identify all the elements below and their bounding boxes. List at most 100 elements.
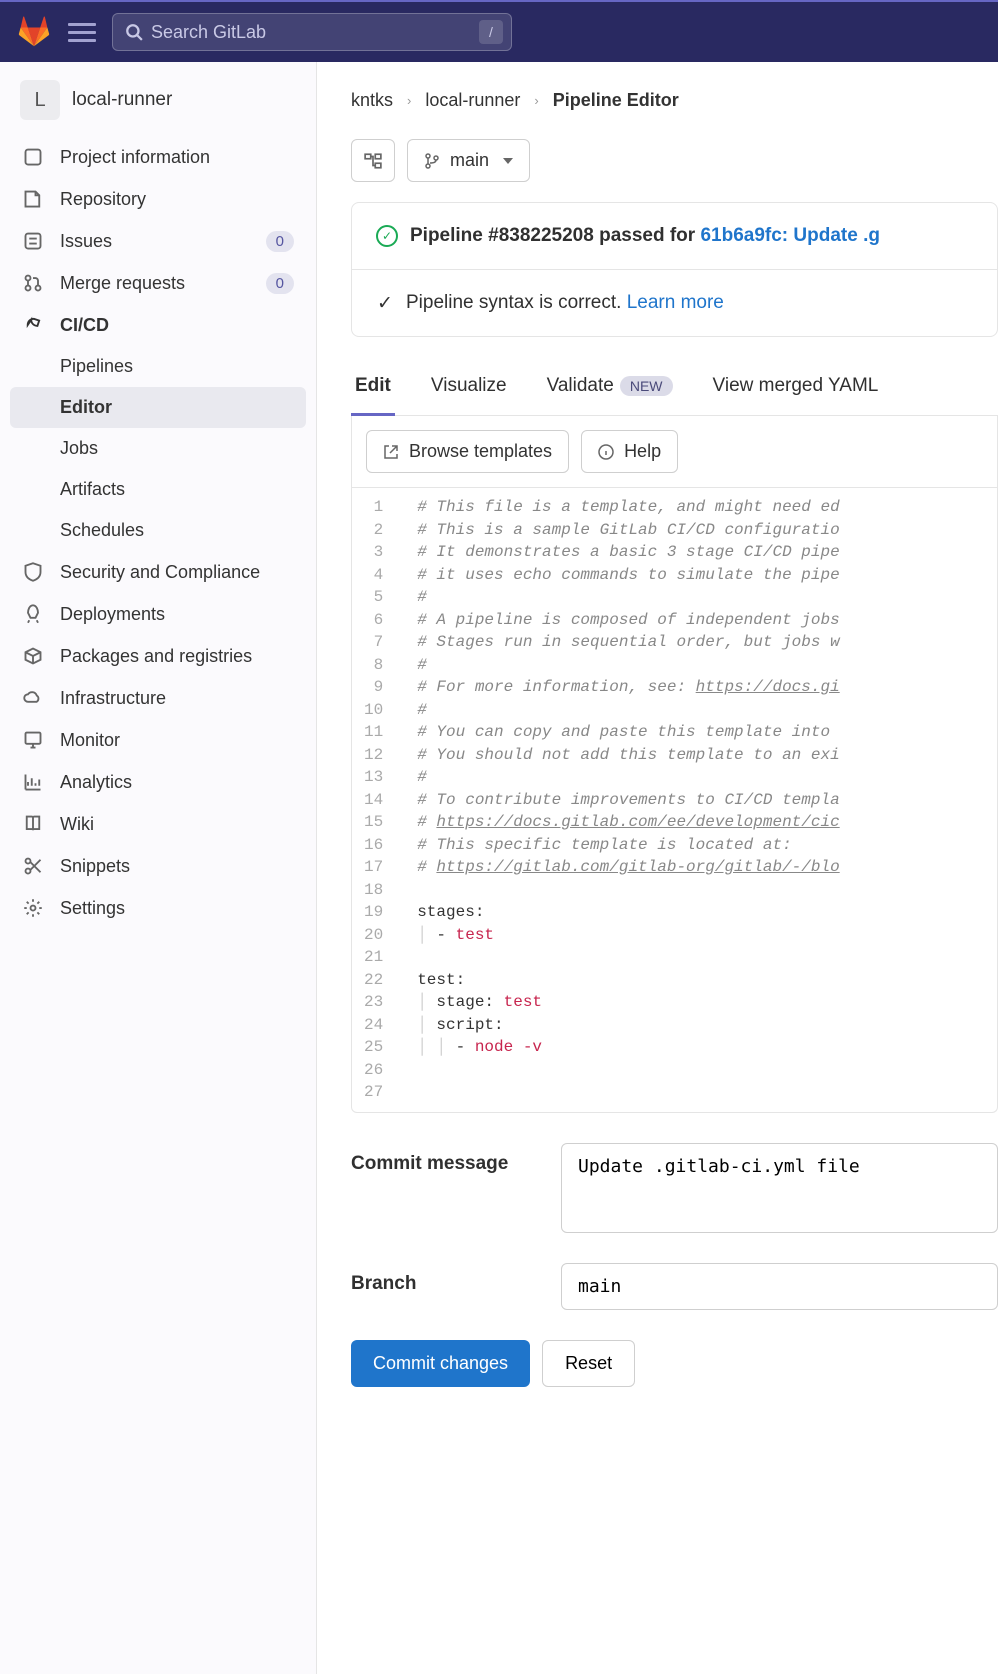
file-tree-icon	[364, 152, 382, 170]
nav-issues[interactable]: Issues 0	[0, 220, 316, 262]
search-box[interactable]: /	[112, 13, 512, 51]
nav-label: CI/CD	[60, 315, 109, 336]
project-name[interactable]: local-runner	[72, 89, 172, 111]
info-icon	[598, 444, 614, 460]
search-input[interactable]	[151, 22, 499, 43]
sidebar: L local-runner Project information Repos…	[0, 62, 317, 1674]
sub-editor[interactable]: Editor	[10, 387, 306, 428]
file-tree-button[interactable]	[351, 139, 395, 182]
cloud-icon	[22, 687, 44, 709]
nav-merge-requests[interactable]: Merge requests 0	[0, 262, 316, 304]
rocket2-icon	[22, 603, 44, 625]
new-badge: NEW	[620, 376, 673, 396]
gear-icon	[22, 897, 44, 919]
nav-deployments[interactable]: Deployments	[0, 593, 316, 635]
mr-badge: 0	[266, 273, 294, 294]
nav-label: Deployments	[60, 604, 165, 625]
branch-label: Branch	[351, 1263, 541, 1295]
branch-selector[interactable]: main	[407, 139, 530, 182]
nav-security[interactable]: Security and Compliance	[0, 551, 316, 593]
package-icon	[22, 645, 44, 667]
scissors-icon	[22, 855, 44, 877]
pipeline-status-text: Pipeline #838225208 passed for 61b6a9fc:…	[410, 225, 880, 247]
chevron-right-icon: ›	[534, 93, 538, 108]
nav-label: Merge requests	[60, 273, 185, 294]
bc-group[interactable]: kntks	[351, 90, 393, 111]
nav-label: Issues	[60, 231, 112, 252]
branch-name: main	[450, 150, 489, 171]
tab-validate[interactable]: ValidateNEW	[543, 367, 677, 415]
shield-icon	[22, 561, 44, 583]
issues-badge: 0	[266, 231, 294, 252]
nav-infrastructure[interactable]: Infrastructure	[0, 677, 316, 719]
pipeline-status-box: ✓ Pipeline #838225208 passed for 61b6a9f…	[351, 202, 998, 337]
nav-project-info[interactable]: Project information	[0, 136, 316, 178]
external-link-icon	[383, 444, 399, 460]
code-content[interactable]: # This file is a template, and might nee…	[401, 494, 997, 1106]
help-button[interactable]: Help	[581, 430, 678, 473]
commit-message-label: Commit message	[351, 1143, 541, 1175]
nav-snippets[interactable]: Snippets	[0, 845, 316, 887]
project-avatar: L	[20, 80, 60, 120]
browse-templates-button[interactable]: Browse templates	[366, 430, 569, 473]
button-label: Help	[624, 441, 661, 462]
status-passed-icon: ✓	[376, 225, 398, 247]
nav-analytics[interactable]: Analytics	[0, 761, 316, 803]
nav-label: Analytics	[60, 772, 132, 793]
tab-merged-yaml[interactable]: View merged YAML	[709, 367, 883, 415]
editor-tabs: Edit Visualize ValidateNEW View merged Y…	[351, 367, 998, 416]
nav-wiki[interactable]: Wiki	[0, 803, 316, 845]
bc-project[interactable]: local-runner	[425, 90, 520, 111]
nav-label: Settings	[60, 898, 125, 919]
sub-pipelines[interactable]: Pipelines	[0, 346, 316, 387]
nav-label: Snippets	[60, 856, 130, 877]
commit-changes-button[interactable]: Commit changes	[351, 1340, 530, 1387]
nav-monitor[interactable]: Monitor	[0, 719, 316, 761]
gitlab-logo-icon[interactable]	[16, 14, 52, 50]
nav-label: Wiki	[60, 814, 94, 835]
nav-label: Monitor	[60, 730, 120, 751]
chevron-down-icon	[503, 158, 513, 164]
rocket-icon	[22, 314, 44, 336]
nav-label: Packages and registries	[60, 646, 252, 667]
nav-cicd[interactable]: CI/CD	[0, 304, 316, 346]
project-icon	[22, 146, 44, 168]
issues-icon	[22, 230, 44, 252]
syntax-status-text: Pipeline syntax is correct. Learn more	[406, 292, 724, 314]
chart-icon	[22, 771, 44, 793]
check-icon: ✓	[376, 294, 394, 312]
sub-schedules[interactable]: Schedules	[0, 510, 316, 551]
monitor-icon	[22, 729, 44, 751]
chevron-right-icon: ›	[407, 93, 411, 108]
topbar: /	[0, 0, 998, 62]
shortcut-badge: /	[479, 20, 503, 44]
learn-more-link[interactable]: Learn more	[627, 292, 724, 313]
pipeline-commit-link[interactable]: 61b6a9fc: Update .g	[700, 225, 880, 246]
sub-jobs[interactable]: Jobs	[0, 428, 316, 469]
sub-artifacts[interactable]: Artifacts	[0, 469, 316, 510]
menu-icon[interactable]	[68, 18, 96, 46]
editor-panel: Browse templates Help 123456789101112131…	[351, 416, 998, 1113]
nav-repository[interactable]: Repository	[0, 178, 316, 220]
commit-message-input[interactable]	[561, 1143, 998, 1233]
branch-icon	[424, 153, 440, 169]
tab-edit[interactable]: Edit	[351, 367, 395, 415]
code-editor[interactable]: 1234567891011121314151617181920212223242…	[352, 487, 997, 1112]
tab-visualize[interactable]: Visualize	[427, 367, 511, 415]
reset-button[interactable]: Reset	[542, 1340, 635, 1387]
nav-label: Repository	[60, 189, 146, 210]
nav-settings[interactable]: Settings	[0, 887, 316, 929]
repository-icon	[22, 188, 44, 210]
book-icon	[22, 813, 44, 835]
nav-label: Project information	[60, 147, 210, 168]
nav-packages[interactable]: Packages and registries	[0, 635, 316, 677]
breadcrumb: kntks › local-runner › Pipeline Editor	[351, 90, 998, 111]
nav-label: Security and Compliance	[60, 562, 260, 583]
nav-label: Infrastructure	[60, 688, 166, 709]
button-label: Browse templates	[409, 441, 552, 462]
search-icon	[125, 23, 143, 41]
bc-page: Pipeline Editor	[553, 90, 679, 111]
line-numbers: 1234567891011121314151617181920212223242…	[352, 494, 401, 1106]
merge-icon	[22, 272, 44, 294]
branch-input[interactable]	[561, 1263, 998, 1310]
